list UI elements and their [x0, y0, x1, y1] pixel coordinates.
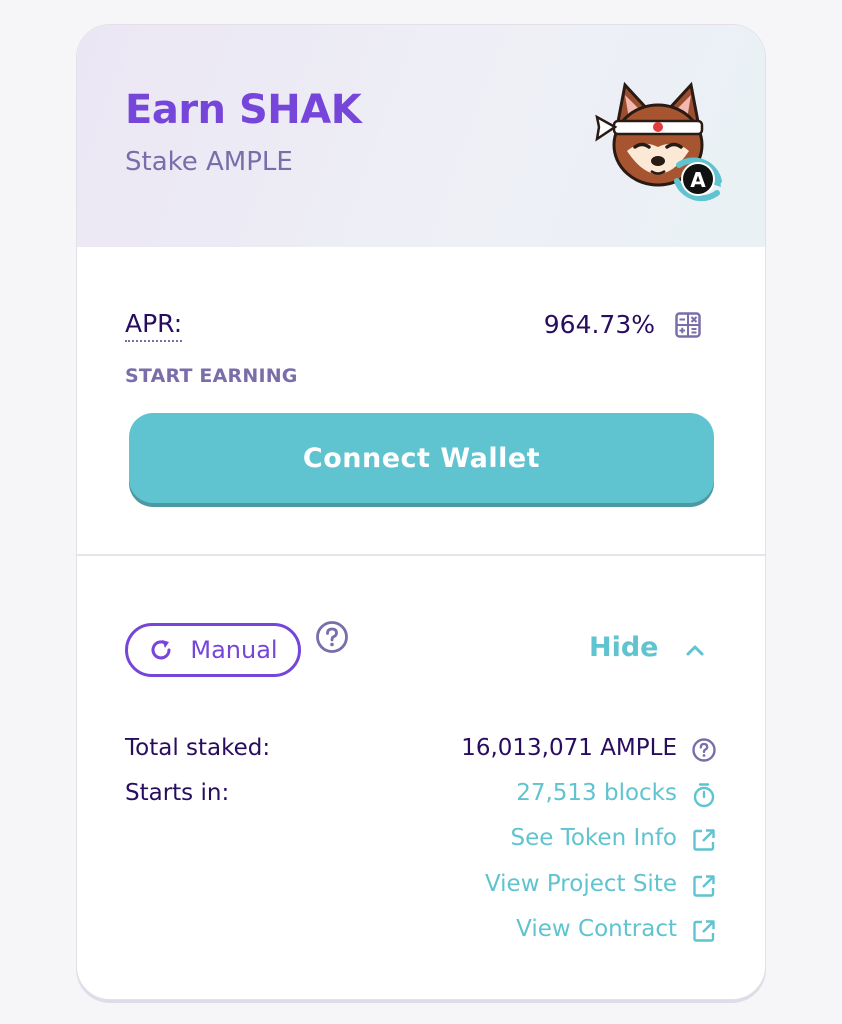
apr-label[interactable]: APR:	[125, 309, 183, 342]
total-staked-label: Total staked:	[125, 735, 271, 761]
calculator-icon[interactable]	[675, 312, 701, 338]
refresh-icon	[151, 640, 171, 660]
apr-value: 964.73%	[543, 310, 655, 339]
pool-title: Earn SHAK	[125, 87, 362, 133]
view-contract-link[interactable]: View Contract	[516, 916, 677, 942]
see-token-info-link[interactable]: See Token Info	[511, 825, 678, 851]
start-earning-label: START EARNING	[125, 365, 298, 387]
external-link-icon[interactable]	[691, 827, 717, 853]
help-icon[interactable]	[315, 620, 349, 654]
chevron-up-icon[interactable]	[683, 641, 707, 659]
external-link-icon[interactable]	[691, 918, 717, 944]
starts-in-value[interactable]: 27,513 blocks	[516, 780, 677, 806]
manual-label: Manual	[190, 636, 278, 664]
connect-wallet-button[interactable]: Connect Wallet	[129, 413, 714, 503]
view-project-site-link[interactable]: View Project Site	[485, 871, 677, 897]
pool-subtitle: Stake AMPLE	[125, 147, 293, 177]
total-staked-help-icon[interactable]	[691, 737, 717, 763]
pool-card-header: Earn SHAK Stake AMPLE A	[77, 25, 765, 247]
manual-badge: Manual	[125, 623, 301, 677]
divider	[77, 554, 765, 556]
hide-details-toggle[interactable]: Hide	[589, 632, 659, 663]
timer-icon[interactable]	[691, 782, 717, 808]
pool-card: Earn SHAK Stake AMPLE A APR: 964.73% STA…	[76, 24, 766, 1000]
starts-in-label: Starts in:	[125, 780, 230, 806]
shiba-token-icon: A	[595, 81, 722, 201]
external-link-icon[interactable]	[691, 873, 717, 899]
token-badge-letter: A	[690, 168, 706, 192]
total-staked-value: 16,013,071 AMPLE	[461, 735, 677, 761]
